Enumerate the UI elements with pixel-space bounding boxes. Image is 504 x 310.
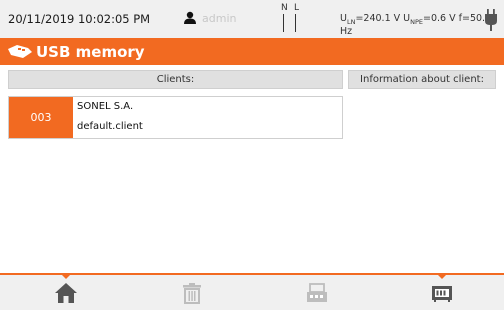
user-icon bbox=[184, 11, 196, 24]
info-column-header: Information about client: bbox=[348, 70, 496, 89]
usb-memory-icon bbox=[8, 45, 32, 58]
client-row[interactable]: 003 SONEL S.A. default.client bbox=[8, 96, 343, 139]
user-name: admin bbox=[202, 12, 237, 25]
datetime: 20/11/2019 10:02:05 PM bbox=[8, 12, 151, 26]
client-name: SONEL S.A. bbox=[77, 101, 134, 112]
plug-icon bbox=[485, 9, 497, 31]
n-label: N bbox=[281, 3, 288, 13]
memory-card-icon[interactable] bbox=[430, 281, 454, 305]
home-marker bbox=[61, 274, 71, 279]
u-npe-value: =0.6 V bbox=[423, 13, 456, 24]
trash-icon[interactable] bbox=[180, 281, 204, 305]
client-file: default.client bbox=[77, 121, 143, 132]
l-label: L bbox=[294, 3, 300, 13]
clients-column-header: Clients: bbox=[8, 70, 343, 89]
voltage-readout: ULN=240.1 V UNPE=0.6 V f=50.0 Hz bbox=[340, 13, 492, 37]
home-icon[interactable] bbox=[54, 281, 78, 305]
client-id: 003 bbox=[9, 97, 73, 138]
u-ln-value: =240.1 V bbox=[355, 13, 401, 24]
l-indicator bbox=[295, 14, 296, 32]
memory-marker bbox=[437, 274, 447, 279]
page-title: USB memory bbox=[36, 43, 145, 61]
n-indicator bbox=[283, 14, 284, 32]
transfer-icon[interactable] bbox=[305, 281, 329, 305]
